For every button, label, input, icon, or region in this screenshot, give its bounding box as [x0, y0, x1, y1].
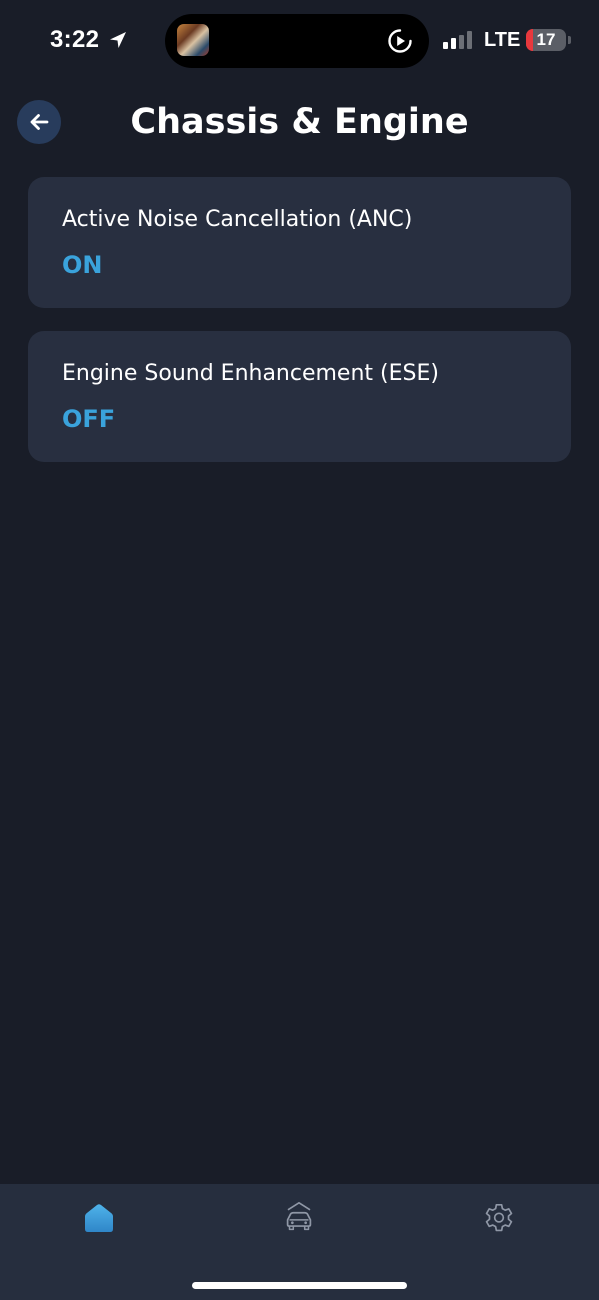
- nav-home[interactable]: [69, 1196, 129, 1240]
- setting-card-anc[interactable]: Active Noise Cancellation (ANC) ON: [28, 177, 571, 308]
- setting-name: Engine Sound Enhancement (ESE): [62, 361, 439, 386]
- car-icon: [286, 1201, 312, 1231]
- setting-state: OFF: [62, 405, 116, 433]
- setting-name: Active Noise Cancellation (ANC): [62, 207, 413, 232]
- home-indicator: [192, 1282, 407, 1289]
- dynamic-island[interactable]: [165, 14, 429, 68]
- battery-cap: [568, 36, 571, 44]
- location-arrow-icon: [108, 30, 128, 50]
- arrow-left-icon: [30, 114, 49, 130]
- home-icon: [85, 1204, 113, 1232]
- now-playing-artwork: [177, 24, 209, 56]
- nav-settings[interactable]: [469, 1196, 529, 1240]
- setting-card-ese[interactable]: Engine Sound Enhancement (ESE) OFF: [28, 331, 571, 462]
- settings-list: Active Noise Cancellation (ANC) ON Engin…: [28, 177, 571, 485]
- gear-icon: [485, 1203, 513, 1232]
- back-button[interactable]: [17, 100, 61, 144]
- battery-level: 17: [536, 30, 556, 49]
- status-bar: 3:22 LTE 17: [0, 0, 599, 84]
- setting-state: ON: [62, 251, 103, 279]
- play-icon: [387, 28, 413, 54]
- nav-vehicle[interactable]: [269, 1196, 329, 1240]
- page-title: Chassis & Engine: [130, 102, 469, 142]
- status-time: 3:22: [50, 26, 100, 53]
- network-type-label: LTE: [484, 29, 521, 51]
- battery-icon: 17: [526, 29, 566, 51]
- cellular-signal-icon: [443, 31, 475, 51]
